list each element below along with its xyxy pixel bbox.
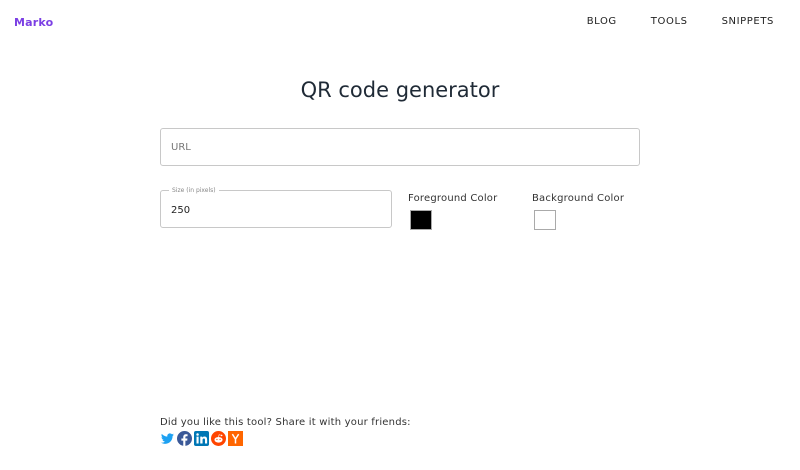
brand-logo-link[interactable]: Marko	[14, 16, 53, 29]
size-input[interactable]	[161, 191, 391, 227]
size-field-container: Size (in pixels)	[160, 186, 392, 228]
nav-blog-link[interactable]: BLOG	[587, 16, 617, 27]
nav-snippets-link[interactable]: SNIPPETS	[722, 16, 774, 27]
top-navigation: BLOG TOOLS SNIPPETS	[587, 16, 774, 27]
reddit-icon[interactable]	[211, 431, 226, 446]
page-title: QR code generator	[300, 78, 500, 102]
foreground-color-picker[interactable]	[410, 210, 432, 230]
url-field-container	[160, 128, 640, 166]
facebook-icon[interactable]	[177, 431, 192, 446]
share-icons	[160, 431, 243, 446]
size-field-legend: Size (in pixels)	[169, 186, 219, 195]
background-color-picker[interactable]	[534, 210, 556, 230]
background-color-label: Background Color	[532, 193, 625, 204]
share-prompt: Did you like this tool? Share it with yo…	[160, 417, 411, 428]
nav-tools-link[interactable]: TOOLS	[651, 16, 688, 27]
hacker-news-icon[interactable]	[228, 431, 243, 446]
linkedin-icon[interactable]	[194, 431, 209, 446]
foreground-color-label: Foreground Color	[408, 193, 498, 204]
twitter-icon[interactable]	[160, 431, 175, 446]
url-input[interactable]	[161, 129, 639, 165]
